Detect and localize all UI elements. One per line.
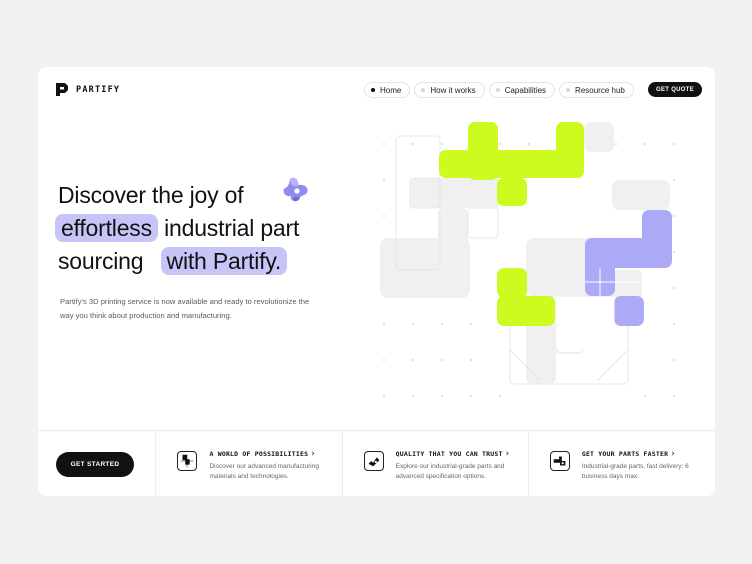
hero-headline: Discover the joy of effortless industria… xyxy=(55,177,308,278)
feature-description: Industrial-grade parts, fast delivery: 6… xyxy=(581,463,689,480)
partify-logo-icon xyxy=(56,83,68,96)
feature-description: Discover our advanced manufacturing mate… xyxy=(209,463,319,480)
headline-highlight: effortless xyxy=(55,214,158,242)
dot-icon xyxy=(421,88,426,92)
nav-label: Resource hub xyxy=(575,85,625,95)
nav-label: How it works xyxy=(430,85,476,95)
nav-label: Capabilities xyxy=(504,85,547,95)
cta-cell: GET STARTED xyxy=(38,431,157,496)
feature-description: Explore our industrial-grade parts and a… xyxy=(395,463,505,480)
chevron-right-icon: › xyxy=(671,449,676,459)
hero-description: Partify's 3D printing service is now ava… xyxy=(60,297,310,320)
feature-link[interactable]: QUALITY THAT YOU CAN TRUST › xyxy=(396,449,510,459)
feature-bar: GET STARTED A WORLD OF POSSIBILITIES › D… xyxy=(38,430,715,496)
dot-icon xyxy=(495,88,500,92)
feature-card[interactable]: A WORLD OF POSSIBILITIES › Discover our … xyxy=(156,431,343,496)
3d-part-icon xyxy=(283,177,308,202)
nav-item-resource-hub[interactable]: Resource hub xyxy=(559,82,634,98)
lavender-part xyxy=(585,210,672,326)
parts-grid-illustration xyxy=(380,122,675,397)
feature-link[interactable]: GET YOUR PARTS FASTER › xyxy=(582,449,675,459)
chevron-right-icon: › xyxy=(311,449,316,459)
nav-label: Home xyxy=(380,85,402,95)
feature-title: A WORLD OF POSSIBILITIES xyxy=(209,450,309,458)
main-nav: Home How it works Capabilities Resource … xyxy=(364,82,634,98)
feature-title: QUALITY THAT YOU CAN TRUST xyxy=(395,450,503,458)
feature-title: GET YOUR PARTS FASTER xyxy=(581,450,669,458)
brand-name: PARTIFY xyxy=(76,84,121,95)
grid-part-icon xyxy=(177,451,198,471)
dot-icon xyxy=(566,88,571,92)
headline-text: sourcing xyxy=(58,248,144,274)
hero-card: PARTIFY Home How it works Capabilities R… xyxy=(38,67,715,496)
get-started-button[interactable]: GET STARTED xyxy=(56,452,134,477)
headline-line-1: Discover the joy of xyxy=(58,177,308,212)
headline-text: Discover the joy of xyxy=(58,182,244,208)
active-dot-icon xyxy=(371,88,375,92)
nav-item-capabilities[interactable]: Capabilities xyxy=(488,82,556,98)
feature-link[interactable]: A WORLD OF POSSIBILITIES › xyxy=(209,449,315,459)
feature-card[interactable]: GET YOUR PARTS FASTER › Industrial-grade… xyxy=(529,431,715,496)
headline-text: industrial part xyxy=(164,215,300,241)
nav-item-how-it-works[interactable]: How it works xyxy=(414,82,485,98)
fast-part-icon xyxy=(549,451,570,471)
chevron-right-icon: › xyxy=(505,449,510,459)
check-part-icon xyxy=(363,451,384,471)
nav-item-home[interactable]: Home xyxy=(364,82,411,98)
feature-card[interactable]: QUALITY THAT YOU CAN TRUST › Explore our… xyxy=(343,431,529,496)
brand-logo[interactable]: PARTIFY xyxy=(56,83,120,96)
headline-highlight: with Partify. xyxy=(160,247,288,275)
headline-line-2: effortless industrial part xyxy=(55,212,300,245)
get-quote-button[interactable]: GET QUOTE xyxy=(648,82,703,97)
headline-line-3: sourcing with Partify. xyxy=(58,245,299,278)
